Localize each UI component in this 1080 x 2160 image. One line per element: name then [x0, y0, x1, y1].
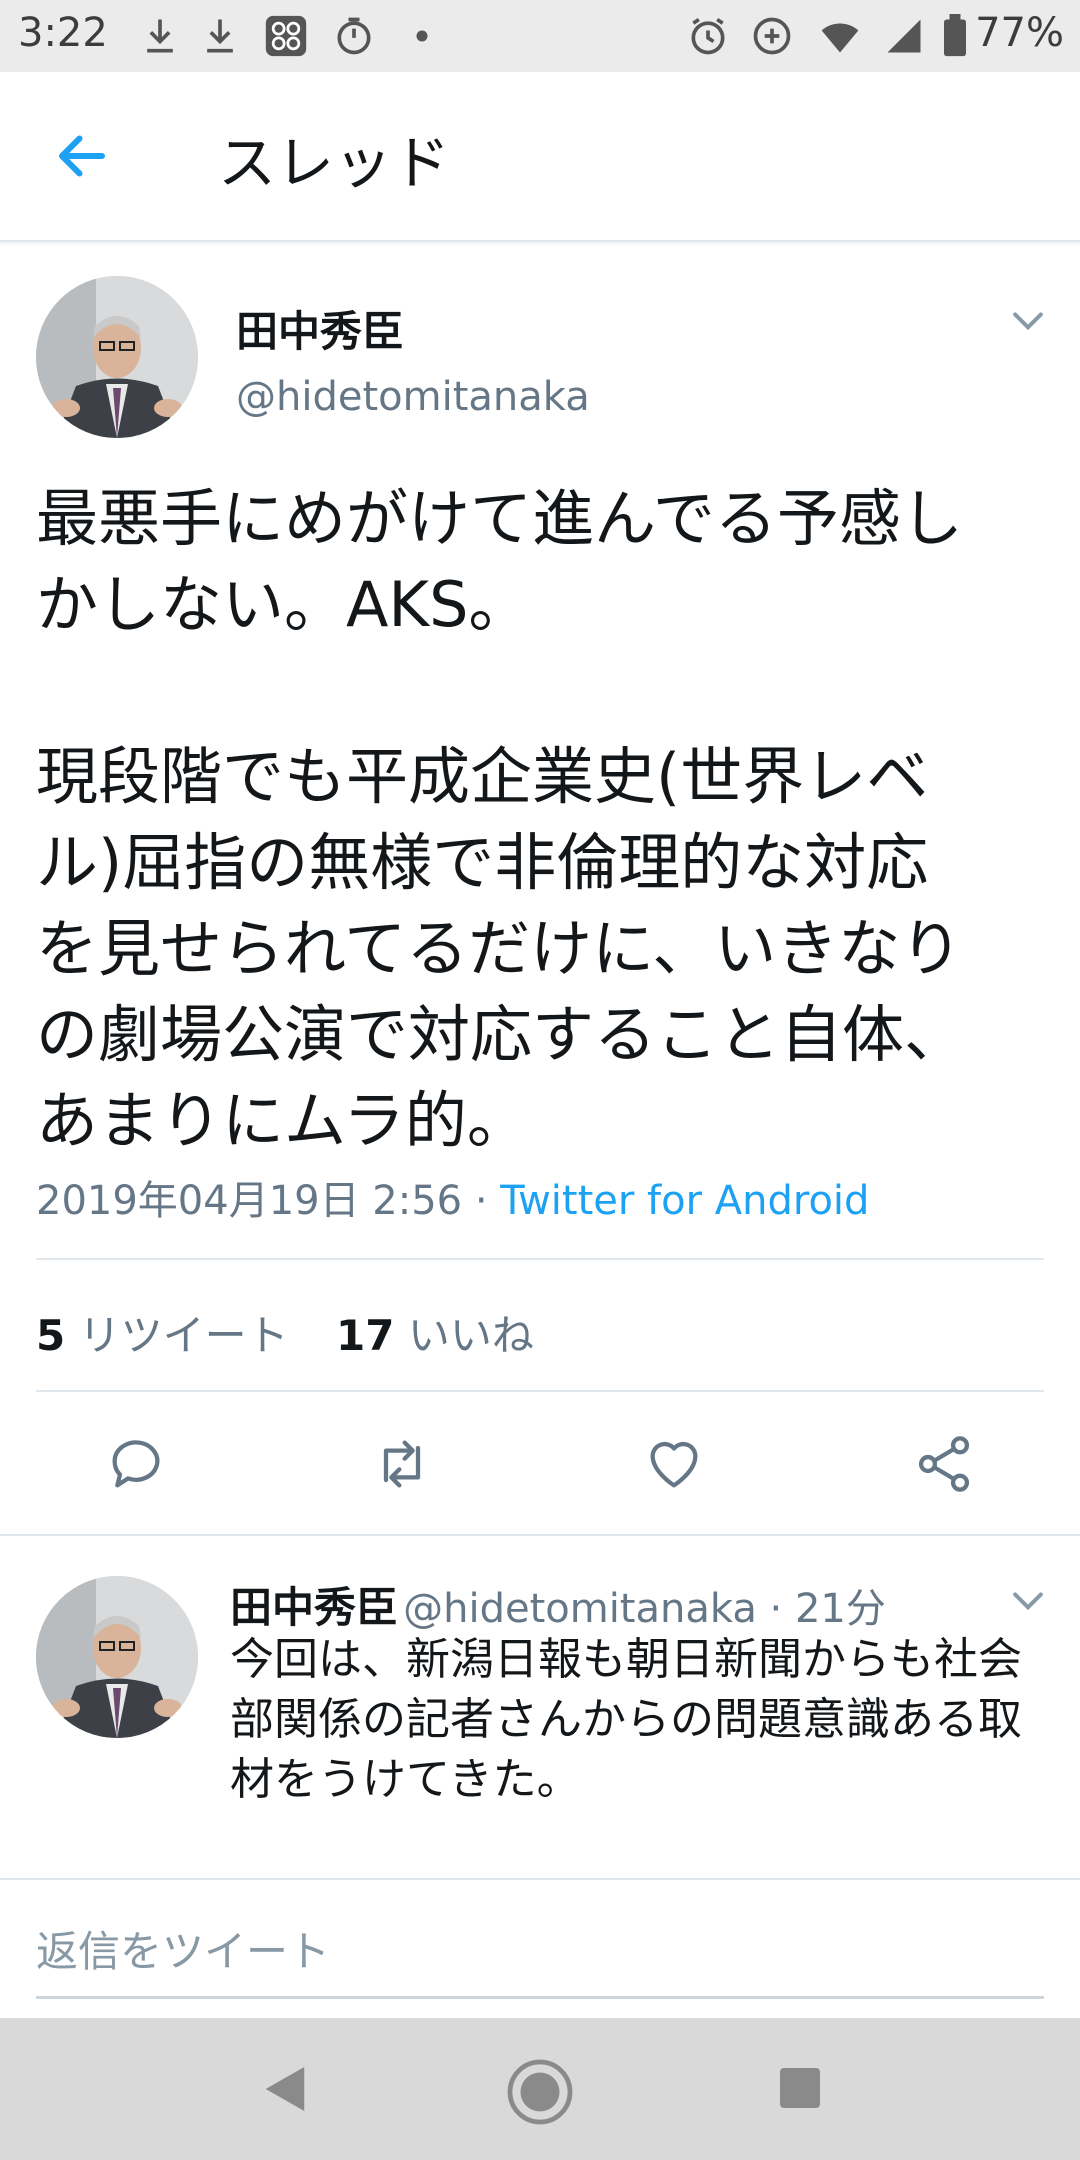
battery-icon — [944, 14, 966, 57]
reply-input-placeholder[interactable]: 返信をツイート — [36, 1918, 330, 1979]
like-heart-icon[interactable] — [642, 1432, 706, 1496]
page-title: スレッド — [218, 129, 451, 197]
back-arrow-icon[interactable] — [52, 126, 112, 186]
author-name[interactable]: 田中秀臣 — [236, 298, 404, 359]
reply-text: 今回は、新潟日報も朝日新聞からも社会 部関係の記者さんからの問題意識ある取 材を… — [230, 1634, 1022, 1805]
input-underline — [36, 1996, 1044, 1999]
nav-recents-icon[interactable] — [770, 2058, 830, 2118]
timer-icon — [337, 17, 371, 55]
avatar-photo — [36, 1576, 198, 1738]
signal-icon — [887, 19, 921, 53]
download-icon — [147, 19, 173, 53]
retweet-count: 5 — [36, 1311, 66, 1360]
divider — [0, 1878, 1080, 1880]
avatar[interactable] — [36, 276, 198, 438]
chevron-down-icon[interactable] — [1006, 1578, 1050, 1622]
tweet-date: 2019年04月19日 2:56 · — [36, 1178, 501, 1224]
nav-back-icon[interactable] — [252, 2056, 318, 2122]
avatar-photo — [36, 276, 198, 438]
nav-home-icon[interactable] — [504, 2056, 576, 2128]
reply-compose-bar[interactable]: 返信をツイート — [0, 1878, 1080, 2018]
tweet-meta: 2019年04月19日 2:56 · Twitter for Android — [36, 1168, 869, 1226]
system-nav-bar — [0, 2018, 1080, 2160]
battery-percent: 77% — [975, 10, 1064, 56]
alarm-icon — [691, 17, 725, 55]
download-icon — [207, 19, 233, 53]
like-count: 17 — [336, 1311, 395, 1360]
tweet-text: 最悪手にめがけて進んでる予感し かしない。AKS。 現段階でも平成企業史(世界レ… — [36, 482, 967, 1157]
app-header: スレッド — [0, 72, 1080, 242]
reply-avatar[interactable] — [36, 1576, 198, 1738]
reply-author-name[interactable]: 田中秀臣 — [230, 1583, 398, 1632]
retweet-icon[interactable] — [370, 1432, 434, 1496]
reply-handle-time[interactable]: @hidetomitanaka · 21分 — [403, 1586, 886, 1632]
tweet-source-link[interactable]: Twitter for Android — [500, 1178, 869, 1224]
status-time: 3:22 — [18, 10, 108, 56]
retweet-label: リツイート — [78, 1311, 289, 1360]
divider — [36, 1258, 1044, 1260]
share-icon[interactable] — [912, 1432, 976, 1496]
notification-dot-icon — [416, 30, 428, 42]
retweet-stat[interactable]: 5 リツイート — [36, 1302, 289, 1363]
reply-header: 田中秀臣 @hidetomitanaka · 21分 — [230, 1574, 886, 1635]
wifi-icon — [821, 23, 859, 53]
data-saver-icon — [753, 17, 791, 55]
chevron-down-icon[interactable] — [1006, 298, 1050, 342]
status-bar: 3:22 77% — [0, 0, 1080, 72]
like-label: いいね — [407, 1311, 534, 1360]
app-grid-icon — [265, 15, 307, 57]
like-stat[interactable]: 17 いいね — [336, 1302, 534, 1363]
author-handle[interactable]: @hidetomitanaka — [236, 374, 590, 420]
reply-icon[interactable] — [104, 1432, 168, 1496]
divider — [0, 1534, 1080, 1536]
divider — [36, 1390, 1044, 1392]
